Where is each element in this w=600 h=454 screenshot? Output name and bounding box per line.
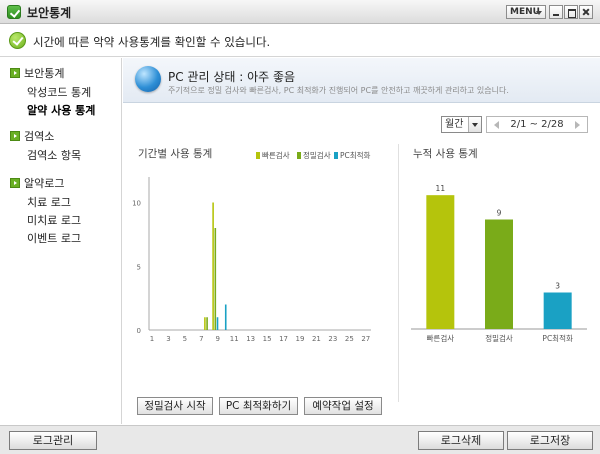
sidebar-group-quarantine[interactable]: 검역소 [10, 128, 54, 144]
x-tick-label: 25 [345, 335, 354, 343]
log-delete-button[interactable]: 로그삭제 [418, 431, 504, 450]
maximize-button[interactable] [564, 5, 578, 19]
x-tick-label: 17 [279, 335, 288, 343]
footer-bar: 로그관리 로그삭제 로그저장 [0, 425, 600, 454]
y-tick-label: 0 [137, 327, 141, 335]
notice-bar: 시간에 따른 악약 사용통계를 확인할 수 있습니다. [0, 25, 600, 57]
chevron-down-icon [536, 11, 542, 15]
pc-optimize-button[interactable]: PC 최적화하기 [219, 397, 298, 415]
x-tick-label: 13 [246, 335, 255, 343]
check-circle-icon [9, 32, 26, 49]
x-tick-label: 15 [263, 335, 272, 343]
period-chart-title: 기간별 사용 통계 [138, 148, 213, 160]
status-title: PC 관리 상태 : 아주 좋음 [168, 70, 296, 84]
schedule-task-button[interactable]: 예약작업 설정 [304, 397, 382, 415]
status-header: PC 관리 상태 : 아주 좋음 주기적으로 정밀 검사와 빠른검사, PC 최… [123, 58, 600, 103]
cumulative-usage-chart: 11 빠른검사 9 정밀검사 3 PC최적화 [411, 184, 587, 343]
y-tick-label: 10 [132, 200, 141, 208]
x-tick-label: 빠른검사 [427, 333, 455, 343]
log-save-button[interactable]: 로그저장 [507, 431, 593, 450]
cumulative-chart-title: 누적 사용 통계 [413, 148, 478, 160]
data-label: 3 [555, 282, 560, 291]
bar-PC최적화 [543, 292, 572, 329]
x-tick-label: 9 [216, 335, 220, 343]
sidebar-group-alyac-log[interactable]: 알약로그 [10, 175, 64, 191]
bar-정밀검사 [206, 317, 208, 330]
sidebar-group-security-stats[interactable]: 보안통계 [10, 65, 64, 81]
sidebar-item-quarantine-items[interactable]: 검역소 항목 [27, 147, 81, 163]
data-label: 9 [497, 209, 502, 218]
date-range-navigator: 2/1 ~ 2/28 [486, 116, 588, 133]
x-tick-label: 19 [296, 335, 305, 343]
shield-check-icon [7, 5, 21, 19]
sidebar-group-label: 검역소 [24, 130, 55, 143]
legend-swatch [256, 152, 260, 159]
period-select[interactable]: 월간 [441, 116, 482, 133]
expand-arrow-icon [10, 131, 20, 141]
chevron-down-icon [468, 117, 481, 132]
minimize-button[interactable] [549, 5, 563, 19]
next-arrow-icon[interactable] [575, 121, 580, 129]
expand-arrow-icon [10, 178, 20, 188]
period-usage-chart: 05101 3 5 7 9 11 13 15 17 19 21 23 25 27 [132, 177, 371, 343]
sidebar: 보안통계 악성코드 통계 알약 사용 통계 검역소 검역소 항목 알약로그 치료… [0, 58, 122, 424]
notice-text: 시간에 따른 악약 사용통계를 확인할 수 있습니다. [33, 35, 271, 49]
bar-빠른검사 [204, 317, 206, 330]
sidebar-item-malware-stats[interactable]: 악성코드 통계 [27, 84, 91, 100]
window-title: 보안통계 [27, 6, 72, 20]
date-range-text: 2/1 ~ 2/28 [510, 119, 564, 130]
data-label: 11 [436, 184, 446, 193]
sidebar-group-label: 알약로그 [24, 177, 65, 190]
x-tick-label: 1 [150, 335, 154, 343]
bar-빠른검사 [212, 202, 214, 330]
sidebar-item-treatment-log[interactable]: 치료 로그 [27, 194, 71, 210]
full-scan-button[interactable]: 정밀검사 시작 [137, 397, 213, 415]
legend-swatch [297, 152, 301, 159]
x-tick-label: 23 [328, 335, 337, 343]
x-tick-label: 3 [166, 335, 170, 343]
sidebar-group-label: 보안통계 [24, 67, 65, 80]
status-globe-icon [135, 66, 161, 92]
period-select-value: 월간 [445, 119, 464, 130]
y-tick-label: 5 [137, 263, 141, 271]
panel-divider [398, 144, 399, 402]
x-tick-label: 21 [312, 335, 321, 343]
status-description: 주기적으로 정밀 검사와 빠른검사, PC 최적화가 진행되어 PC를 안전하고… [168, 86, 509, 95]
bar-PC최적화 [224, 304, 227, 330]
sidebar-item-usage-stats[interactable]: 알약 사용 통계 [27, 102, 95, 118]
x-tick-label: 27 [361, 335, 370, 343]
legend-pc-optimize: PC최적화 [334, 150, 370, 161]
sidebar-item-untreated-log[interactable]: 미치료 로그 [27, 212, 81, 228]
legend-label: PC최적화 [340, 151, 371, 160]
bar-정밀검사 [485, 219, 513, 329]
x-tick-label: PC최적화 [542, 333, 573, 343]
legend-swatch [334, 152, 338, 159]
expand-arrow-icon [10, 68, 20, 78]
bar-빠른검사 [426, 195, 455, 329]
menu-button[interactable]: MENU [506, 5, 546, 19]
main-content: PC 관리 상태 : 아주 좋음 주기적으로 정밀 검사와 빠른검사, PC 최… [123, 58, 600, 424]
legend-label: 정밀검사 [303, 151, 331, 160]
bar-정밀검사 [214, 228, 217, 330]
legend-quick-scan: 빠른검사 [256, 150, 290, 161]
legend-label: 빠른검사 [262, 151, 290, 160]
x-tick-label: 7 [199, 335, 203, 343]
close-button[interactable] [579, 5, 593, 19]
title-bar: 보안통계 MENU [0, 0, 600, 24]
x-tick-label: 정밀검사 [485, 333, 513, 343]
log-manage-button[interactable]: 로그관리 [9, 431, 97, 450]
x-tick-label: 11 [230, 335, 239, 343]
x-tick-label: 5 [183, 335, 187, 343]
bar-PC최적화 [216, 317, 219, 330]
legend-full-scan: 정밀검사 [297, 150, 331, 161]
sidebar-item-event-log[interactable]: 이벤트 로그 [27, 230, 81, 246]
